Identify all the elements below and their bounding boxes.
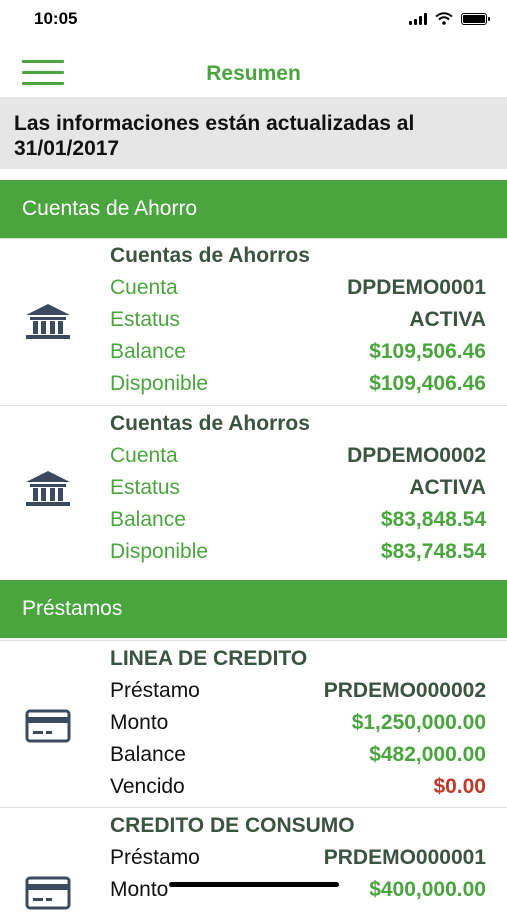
hamburger-menu-icon[interactable] bbox=[22, 60, 64, 88]
account-label: Cuenta bbox=[110, 276, 178, 299]
overdue-label: Vencido bbox=[110, 775, 185, 798]
loan-number-row: Préstamo PRDEMO000001 bbox=[110, 846, 486, 876]
amount-row: Monto $1,250,000.00 bbox=[110, 711, 486, 741]
balance-row: Balance $83,848.54 bbox=[110, 508, 486, 538]
account-number-row: Cuenta DPDEMO0002 bbox=[110, 444, 486, 474]
update-date: 31/01/2017 bbox=[14, 137, 120, 160]
credit-card-icon bbox=[25, 709, 71, 743]
amount-value: $400,000.00 bbox=[369, 878, 486, 901]
loan-value: PRDEMO000002 bbox=[323, 679, 486, 702]
status-time: 10:05 bbox=[34, 9, 78, 28]
available-row: Disponible $109,406.46 bbox=[110, 372, 486, 402]
balance-value: $109,506.46 bbox=[369, 340, 486, 363]
status-bar: 10:05 bbox=[0, 0, 507, 40]
update-banner: Las informaciones están actualizadas al … bbox=[0, 97, 507, 169]
amount-label: Monto bbox=[110, 878, 169, 901]
loan-title: LINEA DE CREDITO bbox=[110, 647, 308, 670]
savings-account-card[interactable]: Cuentas de Ahorros Cuenta DPDEMO0001 Est… bbox=[0, 238, 507, 404]
status-label: Estatus bbox=[110, 476, 181, 499]
loan-title: CREDITO DE CONSUMO bbox=[110, 814, 355, 837]
loan-number-row: Préstamo PRDEMO000002 bbox=[110, 679, 486, 709]
available-label: Disponible bbox=[110, 372, 209, 395]
account-title: Cuentas de Ahorros bbox=[110, 244, 310, 267]
account-number-row: Cuenta DPDEMO0001 bbox=[110, 276, 486, 306]
balance-label: Balance bbox=[110, 743, 186, 766]
account-title: Cuentas de Ahorros bbox=[110, 412, 310, 435]
balance-row: Balance $482,000.00 bbox=[110, 743, 486, 773]
savings-account-card[interactable]: Cuentas de Ahorros Cuenta DPDEMO0002 Est… bbox=[0, 405, 507, 576]
nav-bar: Resumen bbox=[0, 52, 507, 96]
status-row: Estatus ACTIVA bbox=[110, 476, 486, 506]
loan-label: Préstamo bbox=[110, 846, 200, 869]
status-row: Estatus ACTIVA bbox=[110, 308, 486, 338]
amount-label: Monto bbox=[110, 711, 169, 734]
balance-value: $482,000.00 bbox=[369, 743, 486, 766]
balance-row: Balance $109,506.46 bbox=[110, 340, 486, 370]
overdue-value: $0.00 bbox=[433, 775, 486, 798]
status-icons bbox=[409, 12, 490, 25]
page-title: Resumen bbox=[206, 62, 301, 85]
credit-card-icon bbox=[25, 876, 71, 910]
available-label: Disponible bbox=[110, 540, 209, 563]
balance-label: Balance bbox=[110, 340, 186, 363]
section-header-savings: Cuentas de Ahorro bbox=[0, 180, 507, 238]
status-value: ACTIVA bbox=[409, 308, 486, 331]
balance-value: $83,848.54 bbox=[380, 508, 486, 531]
loan-label: Préstamo bbox=[110, 679, 200, 702]
section-header-loans: Préstamos bbox=[0, 580, 507, 638]
wifi-icon bbox=[435, 12, 453, 25]
available-value: $109,406.46 bbox=[369, 372, 486, 395]
loan-value: PRDEMO000001 bbox=[323, 846, 486, 869]
balance-label: Balance bbox=[110, 508, 186, 531]
bank-icon bbox=[26, 471, 70, 506]
cellular-signal-icon bbox=[409, 12, 427, 25]
available-value: $83,748.54 bbox=[380, 540, 486, 563]
status-label: Estatus bbox=[110, 308, 181, 331]
loan-card[interactable]: LINEA DE CREDITO Préstamo PRDEMO000002 M… bbox=[0, 640, 507, 806]
available-row: Disponible $83,748.54 bbox=[110, 540, 486, 570]
update-text: Las informaciones están actualizadas al bbox=[14, 112, 415, 135]
amount-value: $1,250,000.00 bbox=[351, 711, 486, 734]
status-value: ACTIVA bbox=[409, 476, 486, 499]
account-label: Cuenta bbox=[110, 444, 178, 467]
account-value: DPDEMO0001 bbox=[347, 276, 486, 299]
battery-icon bbox=[461, 12, 490, 25]
home-indicator[interactable] bbox=[169, 882, 339, 887]
overdue-row: Vencido $0.00 bbox=[110, 775, 486, 805]
bank-icon bbox=[26, 304, 70, 339]
account-value: DPDEMO0002 bbox=[347, 444, 486, 467]
